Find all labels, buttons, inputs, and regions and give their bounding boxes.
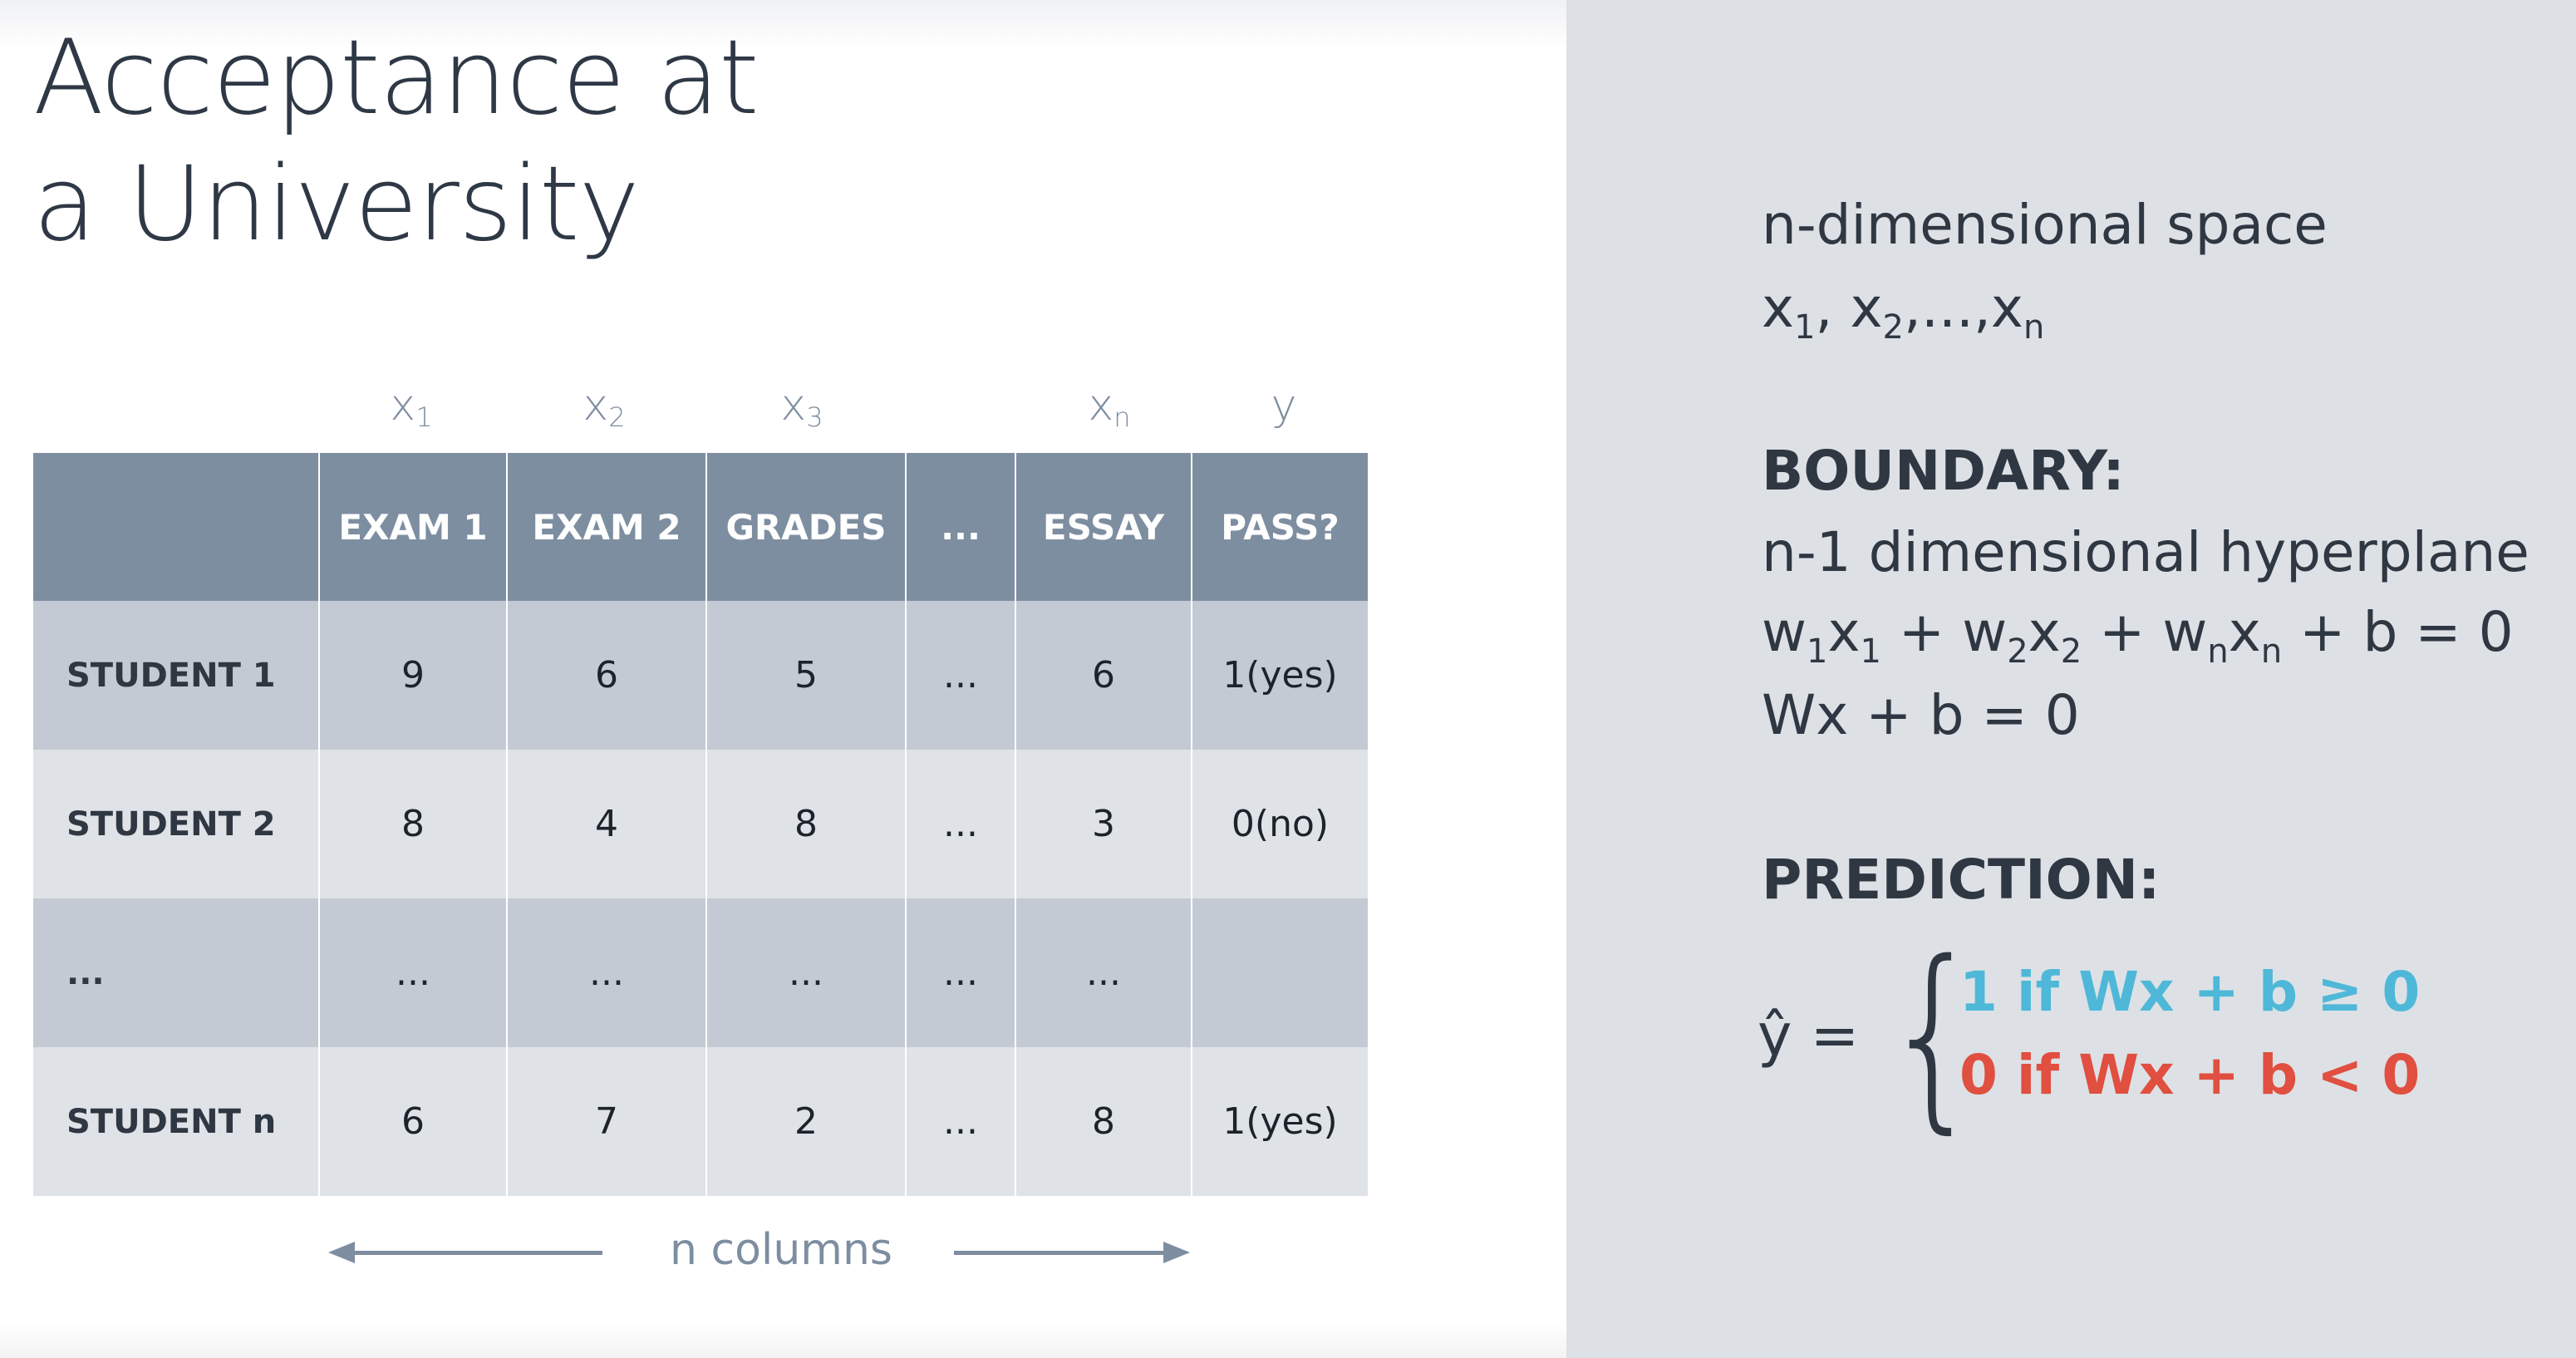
yhat-label: ŷ = — [1757, 1001, 1860, 1070]
table-cell: 6 — [1015, 601, 1192, 750]
table-cell: 3 — [1015, 750, 1192, 898]
table-row-label: STUDENT n — [33, 1047, 319, 1196]
table-row: STUDENT n 6 7 2 ... 8 1(yes) — [33, 1047, 1368, 1196]
arrow-right-icon — [1163, 1242, 1190, 1263]
var-label-y: y — [1271, 381, 1297, 431]
space-vars: x1, x2,...,xn — [1762, 276, 2045, 347]
table-header-cell: ESSAY — [1015, 453, 1192, 601]
table-cell: ... — [705, 898, 906, 1047]
table-cell: ... — [318, 898, 507, 1047]
title-line-2: a University — [33, 145, 640, 264]
prediction-negative: 0 if Wx + b < 0 — [1959, 1043, 2421, 1107]
var-label-xn: xn — [1088, 381, 1131, 433]
table-cell: ... — [1015, 898, 1192, 1047]
var-label-x2: x2 — [583, 381, 626, 433]
table-cell: 8 — [318, 750, 507, 898]
boundary-desc: n-1 dimensional hyperplane — [1762, 520, 2529, 584]
table-header-cell: EXAM 1 — [318, 453, 507, 601]
table-cell: 9 — [318, 601, 507, 750]
table-cell: ... — [905, 898, 1015, 1047]
var-label-x1: x1 — [390, 381, 433, 433]
table-cell: 6 — [318, 1047, 507, 1196]
table-cell: 1(yes) — [1191, 601, 1368, 750]
table-cell: 2 — [705, 1047, 906, 1196]
data-table: EXAM 1 EXAM 2 GRADES ... ESSAY PASS? STU… — [33, 453, 1368, 1196]
boundary-equation: w1x1 + w2x2 + wnxn + b = 0 — [1762, 600, 2514, 671]
boundary-heading: BOUNDARY: — [1762, 439, 2125, 503]
table-row: STUDENT 1 9 6 5 ... 6 1(yes) — [33, 601, 1368, 750]
table-row: STUDENT 2 8 4 8 ... 3 0(no) — [33, 750, 1368, 898]
table-row-label: STUDENT 1 — [33, 601, 319, 750]
prediction-positive: 1 if Wx + b ≥ 0 — [1959, 960, 2421, 1024]
table-cell: ... — [905, 750, 1015, 898]
table-cell: 7 — [506, 1047, 706, 1196]
table-row-label: STUDENT 2 — [33, 750, 319, 898]
table-cell: 0(no) — [1191, 750, 1368, 898]
table-header-row: EXAM 1 EXAM 2 GRADES ... ESSAY PASS? — [33, 453, 1368, 601]
table-cell: ... — [905, 1047, 1015, 1196]
title-line-1: Acceptance at — [33, 18, 760, 138]
slide-title: Acceptance at a University — [33, 15, 1030, 268]
table-cell: 1(yes) — [1191, 1047, 1368, 1196]
table-header-cell: PASS? — [1191, 453, 1368, 601]
boundary-equation-compact: Wx + b = 0 — [1762, 683, 2080, 747]
table-cell: 6 — [506, 601, 706, 750]
table-header-cell — [33, 453, 319, 601]
table-cell: ... — [905, 601, 1015, 750]
var-label-x3: x3 — [780, 381, 823, 433]
table-cell: ... — [506, 898, 706, 1047]
table-cell — [1191, 898, 1368, 1047]
table-header-cell: EXAM 2 — [506, 453, 706, 601]
space-heading: n-dimensional space — [1762, 193, 2328, 257]
table-cell: 5 — [705, 601, 906, 750]
table-row-label: ... — [33, 898, 319, 1047]
table-cell: 8 — [705, 750, 906, 898]
arrow-right-line — [954, 1251, 1170, 1255]
table-cell: 4 — [506, 750, 706, 898]
n-columns-label: n columns — [670, 1225, 892, 1275]
table-cell: 8 — [1015, 1047, 1192, 1196]
arrow-left-line — [349, 1251, 602, 1255]
prediction-heading: PREDICTION: — [1762, 848, 2161, 912]
table-row: ... ... ... ... ... ... — [33, 898, 1368, 1047]
table-header-cell: ... — [905, 453, 1015, 601]
table-header-cell: GRADES — [705, 453, 906, 601]
